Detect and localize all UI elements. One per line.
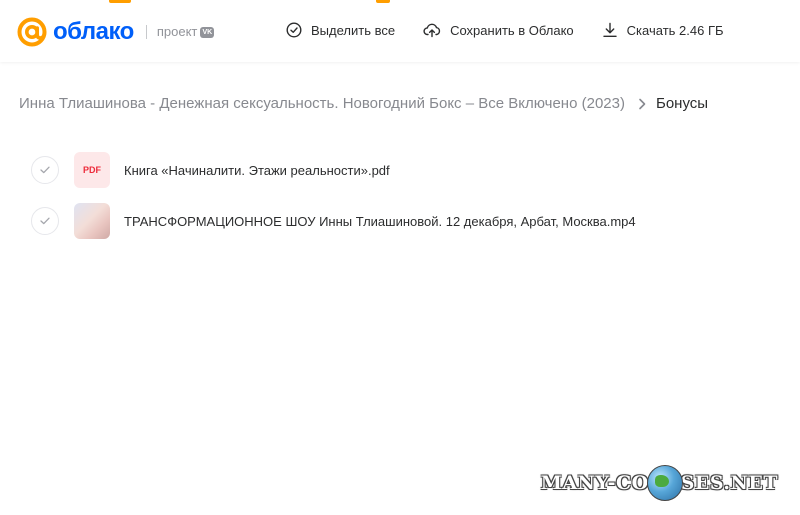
breadcrumb: Инна Тлиашинова - Денежная сексуальность… — [19, 95, 708, 112]
pdf-badge: PDF — [83, 165, 101, 175]
save-to-cloud-label: Сохранить в Облако — [450, 22, 574, 38]
select-all-button[interactable]: Выделить все — [286, 22, 395, 38]
select-checkbox[interactable] — [31, 207, 59, 235]
file-row[interactable]: ТРАНСФОРМАЦИОННОЕ ШОУ Инны Тлиашиновой. … — [31, 203, 636, 239]
download-icon — [602, 22, 627, 38]
checkmark-icon — [40, 212, 50, 230]
cloud-logo[interactable]: облако проект VK — [17, 17, 215, 47]
file-row[interactable]: PDF Книга «Начиналити. Этажи реальности»… — [31, 152, 390, 188]
toolbar-actions: Выделить все Сохранить в Облако Скачать … — [286, 22, 752, 38]
chevron-right-icon — [638, 98, 646, 110]
top-accent-bar-right — [376, 0, 390, 3]
breadcrumb-parent-link[interactable]: Инна Тлиашинова - Денежная сексуальность… — [19, 95, 625, 112]
download-button[interactable]: Скачать 2.46 ГБ — [602, 22, 724, 38]
download-label: Скачать 2.46 ГБ — [626, 22, 724, 38]
pdf-file-icon: PDF — [74, 152, 110, 188]
cloud-upload-icon — [423, 22, 450, 38]
checkmark-icon — [40, 161, 50, 179]
select-checkbox[interactable] — [31, 156, 59, 184]
select-all-label: Выделить все — [311, 22, 396, 38]
project-label: проект — [156, 24, 198, 39]
file-name: ТРАНСФОРМАЦИОННОЕ ШОУ Инны Тлиашиновой. … — [124, 213, 636, 229]
vk-badge: VK — [200, 26, 215, 38]
watermark-text-right: SES.NET — [680, 472, 778, 494]
video-thumbnail — [74, 203, 110, 239]
top-bar: облако проект VK Выделить все Сохранить … — [0, 0, 800, 62]
breadcrumb-current: Бонусы — [655, 95, 709, 112]
file-name: Книга «Начиналити. Этажи реальности».pdf — [124, 162, 390, 178]
at-sign-logo-icon — [17, 17, 47, 47]
save-to-cloud-button[interactable]: Сохранить в Облако — [423, 22, 574, 38]
logo-wordmark: облако — [53, 18, 134, 45]
check-circle-icon — [286, 22, 311, 38]
logo-divider — [145, 25, 147, 39]
watermark-text-left: MANY-CO — [540, 472, 649, 494]
globe-icon — [646, 465, 683, 501]
watermark: MANY-CO SES.NET — [541, 465, 778, 501]
top-accent-bar-left — [109, 0, 131, 3]
